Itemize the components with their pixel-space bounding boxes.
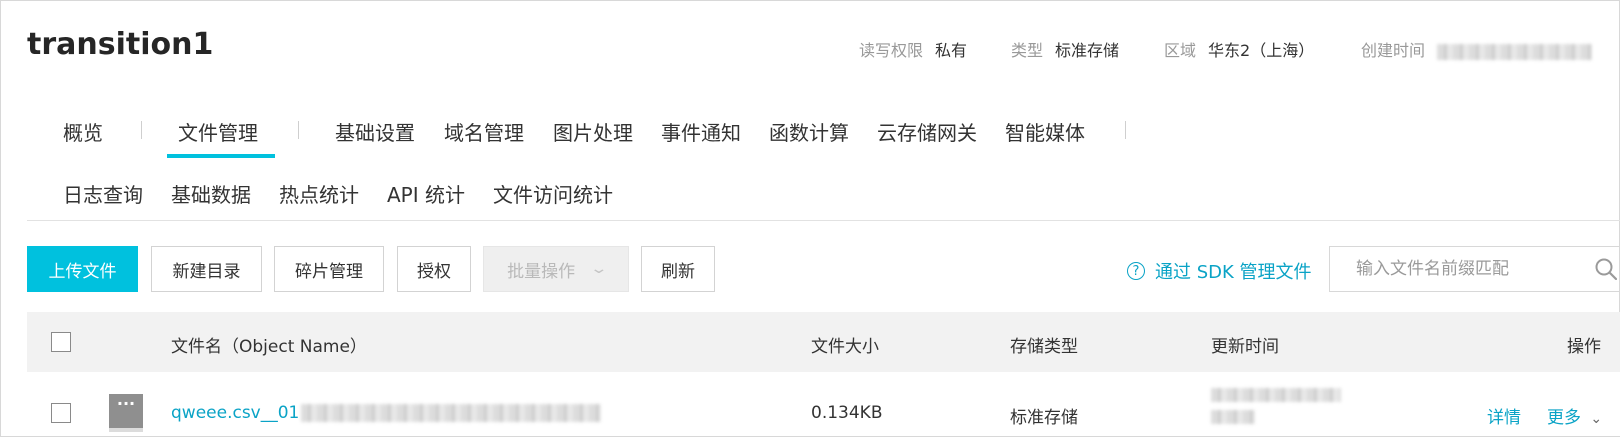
- tab-api-stats[interactable]: API 统计: [387, 179, 465, 208]
- tab-separator: [298, 121, 299, 139]
- meta-rw-label: 读写权限: [859, 41, 924, 60]
- updated-time-blurred: [1211, 388, 1341, 402]
- file-name-blurred: [301, 404, 602, 422]
- tab-basic-settings[interactable]: 基础设置: [335, 117, 415, 146]
- meta-type-value: 标准存储: [1055, 41, 1120, 60]
- upload-file-button[interactable]: 上传文件: [27, 246, 138, 292]
- updated-time-cell: [1211, 388, 1341, 424]
- column-header-name: 文件名（Object Name）: [171, 337, 367, 357]
- chevron-down-icon: ⌄: [1590, 411, 1603, 427]
- search-input[interactable]: [1354, 247, 1588, 291]
- meta-rw: 读写权限 私有: [859, 37, 967, 61]
- tab-hotspot-stats[interactable]: 热点统计: [279, 179, 359, 208]
- tab-separator: [141, 121, 142, 139]
- meta-type: 类型 标准存储: [1011, 37, 1119, 61]
- new-directory-button[interactable]: 新建目录: [151, 246, 262, 292]
- meta-rw-value: 私有: [935, 41, 968, 60]
- chevron-down-icon: ⌄: [589, 261, 609, 277]
- help-circle-icon: ?: [1127, 262, 1145, 280]
- tab-basic-data[interactable]: 基础数据: [171, 179, 251, 208]
- more-link[interactable]: 更多: [1547, 408, 1581, 428]
- more-actions-dropdown[interactable]: 更多 ⌄: [1547, 403, 1602, 428]
- detail-link[interactable]: 详情: [1487, 403, 1521, 428]
- sdk-link-label: 通过 SDK 管理文件: [1155, 262, 1312, 283]
- oss-bucket-panel: transition1 读写权限 私有 类型 标准存储 区域 华东2（上海） 创建时间…: [0, 0, 1620, 437]
- file-name-link[interactable]: qweee.csv__01: [171, 403, 299, 423]
- created-time-blurred: [1437, 43, 1593, 60]
- meta-region: 区域 华东2（上海）: [1164, 37, 1314, 61]
- storage-type-cell: 标准存储: [1010, 408, 1078, 428]
- section-divider: [27, 220, 1620, 221]
- refresh-button[interactable]: 刷新: [641, 246, 715, 292]
- batch-operation-label: 批量操作: [507, 261, 576, 282]
- updated-time-blurred: [1211, 410, 1255, 424]
- batch-operation-dropdown: 批量操作 ⌄: [483, 246, 629, 292]
- select-all-checkbox[interactable]: [51, 332, 71, 352]
- column-header-storage-type: 存储类型: [1010, 337, 1078, 357]
- table-header: 文件名（Object Name） 文件大小 存储类型 更新时间 操作: [27, 312, 1620, 372]
- tab-image-processing[interactable]: 图片处理: [553, 117, 633, 146]
- row-checkbox[interactable]: [51, 403, 71, 423]
- table-row: ··· qweee.csv__01 0.134KB 标准存储 详情 更多 ⌄: [27, 372, 1620, 436]
- tab-function-compute[interactable]: 函数计算: [769, 117, 849, 146]
- tab-domain-management[interactable]: 域名管理: [444, 117, 524, 146]
- meta-type-label: 类型: [1011, 41, 1044, 60]
- fragment-management-button[interactable]: 碎片管理: [274, 246, 384, 292]
- file-size-cell: 0.134KB: [811, 403, 883, 423]
- tab-overview[interactable]: 概览: [63, 117, 103, 146]
- meta-region-value: 华东2（上海）: [1208, 41, 1315, 60]
- tab-intelligent-media[interactable]: 智能媒体: [1005, 117, 1085, 146]
- meta-created-label: 创建时间: [1361, 41, 1426, 60]
- column-header-size: 文件大小: [811, 337, 879, 357]
- authorize-button[interactable]: 授权: [397, 246, 471, 292]
- meta-created: 创建时间: [1361, 37, 1593, 61]
- file-icon: ···: [109, 394, 143, 432]
- column-header-updated-time: 更新时间: [1211, 337, 1279, 357]
- tab-file-access-stats[interactable]: 文件访问统计: [493, 179, 613, 208]
- tab-log-query[interactable]: 日志查询: [63, 179, 143, 208]
- search-icon[interactable]: [1595, 258, 1617, 280]
- bucket-name: transition1: [27, 27, 214, 62]
- tab-file-management[interactable]: 文件管理: [178, 117, 258, 146]
- active-tab-indicator: [167, 154, 275, 158]
- tab-event-notification[interactable]: 事件通知: [661, 117, 741, 146]
- column-header-actions: 操作: [1567, 337, 1601, 357]
- file-name-cell[interactable]: qweee.csv__01: [171, 403, 602, 423]
- meta-region-label: 区域: [1164, 41, 1197, 60]
- sdk-manage-link[interactable]: ? 通过 SDK 管理文件: [1127, 258, 1312, 284]
- tab-cloud-storage-gateway[interactable]: 云存储网关: [877, 117, 977, 146]
- search-box: [1329, 246, 1620, 292]
- tab-separator: [1125, 121, 1126, 139]
